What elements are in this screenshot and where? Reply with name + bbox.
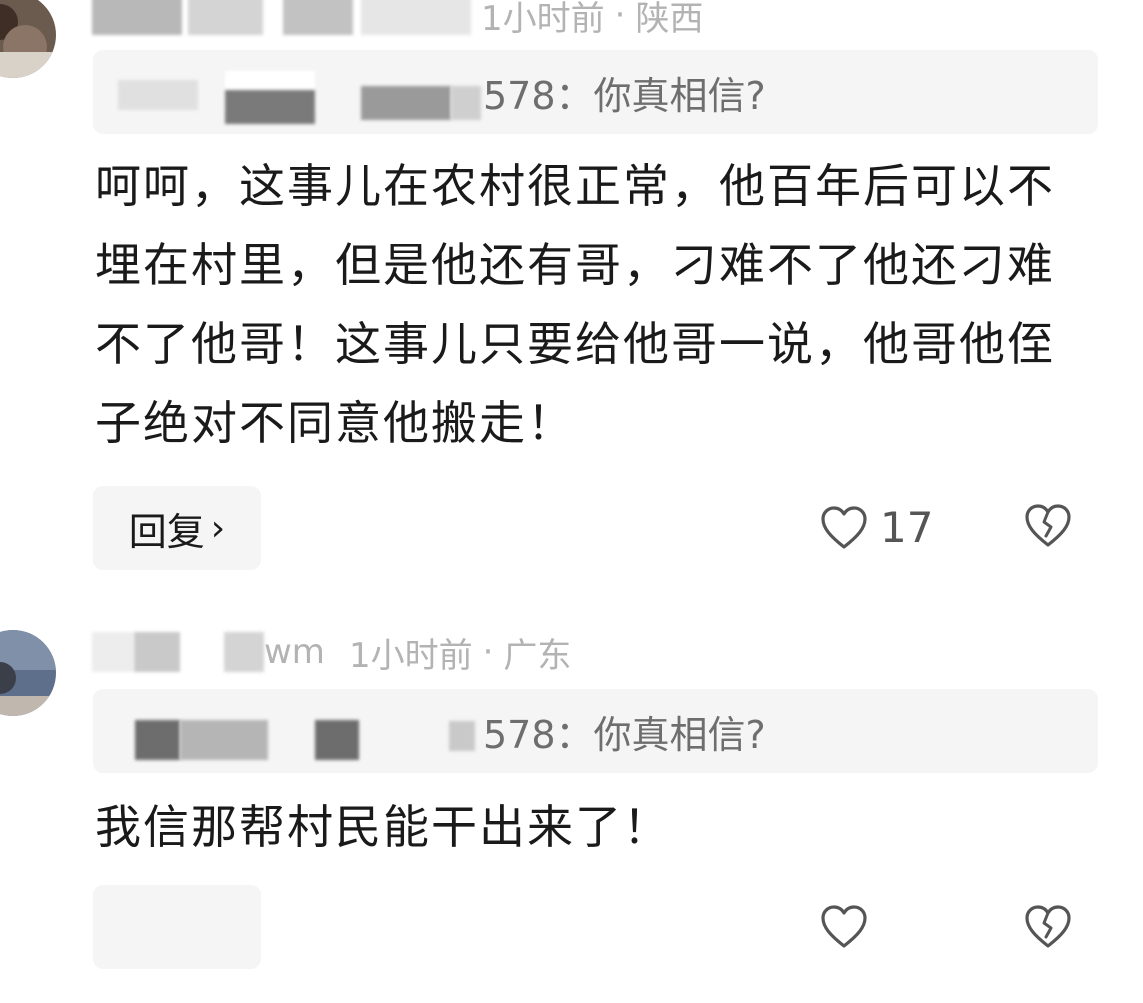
reply-button[interactable]: 回复 › (93, 486, 261, 570)
avatar[interactable] (0, 0, 56, 78)
broken-heart-icon (1025, 504, 1071, 547)
quoted-username-redacted (180, 720, 268, 760)
comment-location: 广东 (503, 635, 572, 676)
quoted-message: ：你真相信? (555, 73, 766, 118)
username-redacted (134, 632, 180, 672)
reply-label: 回复 (128, 509, 205, 554)
username-redacted (283, 0, 353, 35)
heart-outline-icon (821, 505, 867, 549)
like-button[interactable]: 17 (820, 503, 933, 552)
reply-button[interactable] (93, 885, 261, 969)
quoted-reply[interactable]: 578：你真相信? (93, 50, 1098, 134)
comment-body: 我信那帮村民能干出来了！ (95, 800, 671, 854)
quoted-reply[interactable]: 578：你真相信? (93, 689, 1098, 773)
quoted-username-redacted (315, 720, 359, 760)
quoted-username-redacted (361, 86, 451, 120)
quoted-username-redacted (118, 80, 198, 110)
comment-time: 1小时前 (348, 635, 473, 676)
username-redacted (224, 632, 264, 672)
avatar[interactable] (0, 630, 56, 716)
meta-separator: · (482, 632, 494, 672)
comment-body: 呵呵，这事儿在农村很正常，他百年后可以不埋在村里，但是他还有哥，刁难不了他还刁难… (95, 159, 1055, 450)
dislike-button[interactable] (1024, 904, 1072, 954)
username-redacted (361, 0, 471, 35)
quoted-username-redacted (135, 720, 180, 760)
like-count: 17 (880, 503, 934, 552)
quoted-username-redacted (449, 721, 475, 751)
quoted-username-redacted (451, 86, 481, 120)
comment-location: 陕西 (635, 0, 704, 39)
comment-meta: 1小时前 · 陕西 (92, 0, 703, 40)
username-redacted (92, 632, 134, 672)
meta-separator: · (614, 0, 626, 35)
quoted-text: 578：你真相信? (483, 65, 766, 120)
username-redacted (92, 0, 182, 35)
quoted-username-redacted (225, 90, 315, 124)
like-button[interactable] (820, 904, 868, 950)
quoted-user-suffix: 578 (483, 712, 556, 757)
dislike-button[interactable] (1024, 503, 1072, 553)
chevron-right-icon: › (210, 507, 226, 549)
quoted-text: 578：你真相信? (483, 704, 766, 759)
quoted-message: ：你真相信? (555, 712, 766, 757)
comment-meta: wm 1小时前 · 广东 (92, 627, 571, 677)
comment-username-suffix: wm (264, 632, 325, 672)
username-redacted (188, 0, 263, 35)
broken-heart-icon (1025, 905, 1071, 948)
heart-outline-icon (821, 905, 867, 948)
comment-time: 1小时前 (481, 0, 605, 39)
quoted-user-suffix: 578 (483, 73, 556, 118)
